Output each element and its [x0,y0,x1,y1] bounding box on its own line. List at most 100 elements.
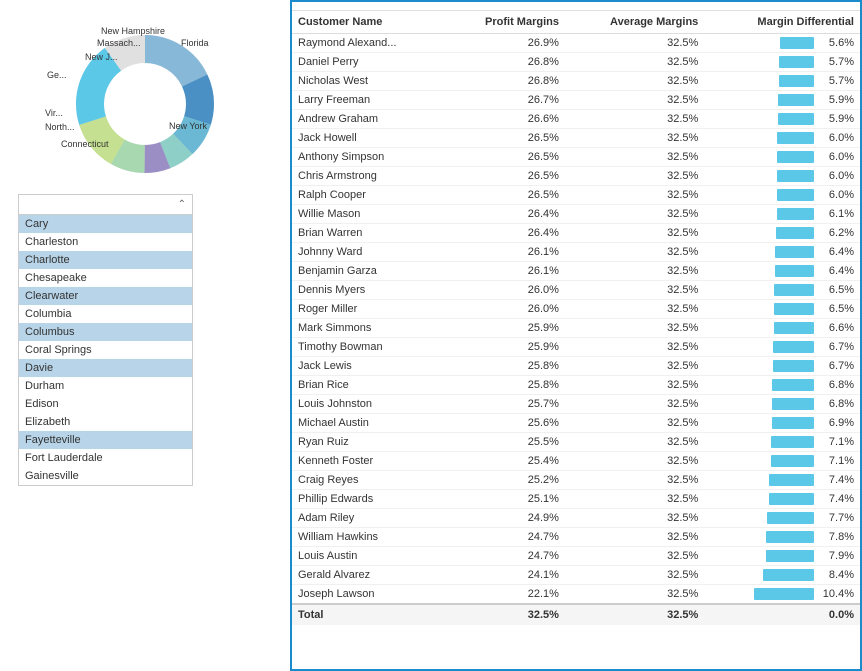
cell-avg: 32.5% [565,205,704,224]
list-item[interactable]: Clearwater [19,287,192,305]
cell-profit: 24.9% [446,509,565,528]
cell-diff: 7.8% [704,528,860,547]
cell-diff: 5.6% [704,34,860,53]
cell-customer-name: Willie Mason [292,205,446,224]
table-row: Gerald Alvarez24.1%32.5%8.4% [292,566,860,585]
list-item[interactable]: Coral Springs [19,341,192,359]
cell-profit: 24.7% [446,528,565,547]
table-row: Roger Miller26.0%32.5%6.5% [292,300,860,319]
list-item[interactable]: Charlotte [19,251,192,269]
cell-diff: 6.0% [704,186,860,205]
donut-label-ge: Ge... [47,70,67,80]
table-row: Anthony Simpson26.5%32.5%6.0% [292,148,860,167]
table-row: Johnny Ward26.1%32.5%6.4% [292,243,860,262]
cell-profit: 25.4% [446,452,565,471]
cell-customer-name: Jack Howell [292,129,446,148]
cell-customer-name: Andrew Graham [292,110,446,129]
table-row: Jack Howell26.5%32.5%6.0% [292,129,860,148]
cell-diff: 8.4% [704,566,860,585]
right-panel: Customer Name Profit Margins Average Mar… [290,0,862,671]
cell-diff: 6.2% [704,224,860,243]
sort-icon[interactable]: ⌃ [178,199,186,210]
cell-diff: 6.0% [704,167,860,186]
cell-avg: 32.5% [565,547,704,566]
cell-diff: 7.9% [704,547,860,566]
list-scroll-area[interactable]: CaryCharlestonCharlotteChesapeakeClearwa… [19,215,192,485]
col-profit-margins: Profit Margins [446,11,565,34]
list-item[interactable]: Cary [19,215,192,233]
list-header: ⌃ [19,195,192,215]
cell-diff: 6.7% [704,338,860,357]
cell-profit: 25.9% [446,319,565,338]
table-container[interactable]: Customer Name Profit Margins Average Mar… [292,11,860,669]
table-row: Nicholas West26.8%32.5%5.7% [292,72,860,91]
list-item[interactable]: Fayetteville [19,431,192,449]
cell-customer-name: Craig Reyes [292,471,446,490]
cell-customer-name: Johnny Ward [292,243,446,262]
donut-label-nh: New Hampshire [101,26,165,36]
cell-avg: 32.5% [565,338,704,357]
cell-diff: 6.4% [704,262,860,281]
cell-avg: 32.5% [565,167,704,186]
donut-label-ny: New York [169,121,207,131]
cell-avg: 32.5% [565,129,704,148]
cell-avg: 32.5% [565,319,704,338]
cell-profit: 24.7% [446,547,565,566]
cell-profit: 26.4% [446,224,565,243]
cell-profit: 26.0% [446,281,565,300]
list-item[interactable]: Chesapeake [19,269,192,287]
list-item[interactable]: Columbus [19,323,192,341]
table-body: Raymond Alexand...26.9%32.5%5.6%Daniel P… [292,34,860,605]
cell-customer-name: Ryan Ruiz [292,433,446,452]
cell-diff: 6.1% [704,205,860,224]
cell-profit: 25.1% [446,490,565,509]
table-row: Adam Riley24.9%32.5%7.7% [292,509,860,528]
cell-diff: 5.9% [704,91,860,110]
table-row: Ralph Cooper26.5%32.5%6.0% [292,186,860,205]
city-filter-list: ⌃ CaryCharlestonCharlotteChesapeakeClear… [18,194,193,486]
list-item[interactable]: Gainesville [19,467,192,485]
cell-avg: 32.5% [565,262,704,281]
table-row: Michael Austin25.6%32.5%6.9% [292,414,860,433]
cell-customer-name: Nicholas West [292,72,446,91]
cell-profit: 24.1% [446,566,565,585]
list-item[interactable]: Davie [19,359,192,377]
cell-avg: 32.5% [565,395,704,414]
cell-profit: 26.5% [446,186,565,205]
list-item[interactable]: Elizabeth [19,413,192,431]
cell-avg: 32.5% [565,91,704,110]
left-panel: New Hampshire Massach... New J... Ge... … [0,0,290,671]
list-item[interactable]: Durham [19,377,192,395]
cell-diff: 5.7% [704,53,860,72]
cell-customer-name: Louis Johnston [292,395,446,414]
list-item[interactable]: Fort Lauderdale [19,449,192,467]
donut-label-fl: Florida [181,38,209,48]
cell-avg: 32.5% [565,509,704,528]
cell-customer-name: Anthony Simpson [292,148,446,167]
cell-profit: 22.1% [446,585,565,605]
cell-customer-name: Brian Warren [292,224,446,243]
cell-avg: 32.5% [565,490,704,509]
table-row: Benjamin Garza26.1%32.5%6.4% [292,262,860,281]
cell-avg: 32.5% [565,433,704,452]
table-header-row: Customer Name Profit Margins Average Mar… [292,11,860,34]
table-row: Larry Freeman26.7%32.5%5.9% [292,91,860,110]
cell-diff: 6.8% [704,376,860,395]
cell-profit: 26.7% [446,91,565,110]
cell-profit: 25.5% [446,433,565,452]
table-row: Joseph Lawson22.1%32.5%10.4% [292,585,860,605]
cell-avg: 32.5% [565,243,704,262]
list-item[interactable]: Charleston [19,233,192,251]
cell-profit: 26.1% [446,243,565,262]
cell-profit: 26.5% [446,167,565,186]
cell-avg: 32.5% [565,585,704,605]
table-row: Louis Austin24.7%32.5%7.9% [292,547,860,566]
cell-diff: 5.9% [704,110,860,129]
cell-diff: 6.8% [704,395,860,414]
cell-avg: 32.5% [565,72,704,91]
list-item[interactable]: Edison [19,395,192,413]
table-row: William Hawkins24.7%32.5%7.8% [292,528,860,547]
cell-customer-name: Michael Austin [292,414,446,433]
list-item[interactable]: Columbia [19,305,192,323]
cell-profit: 26.1% [446,262,565,281]
